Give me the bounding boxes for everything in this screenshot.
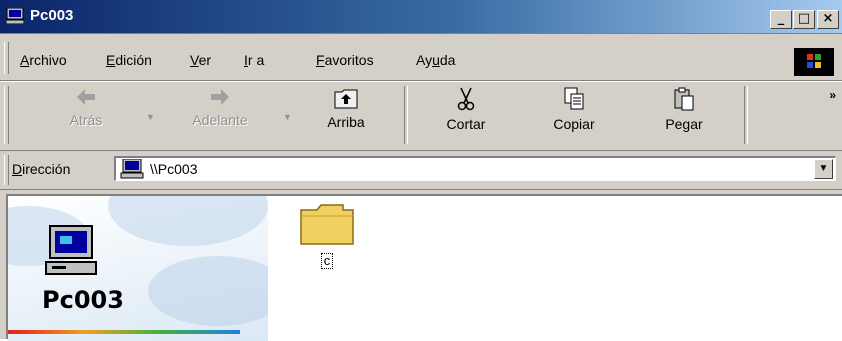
cloud-decoration <box>148 256 268 326</box>
back-arrow-icon <box>77 89 95 105</box>
copy-label: Copiar <box>553 116 595 132</box>
address-label-accel: D <box>12 161 23 177</box>
copy-icon <box>564 87 584 110</box>
menu-ver[interactable]: Ver <box>190 52 211 68</box>
window-title: Pc003 <box>30 7 74 24</box>
web-view-pane: Pc003 <box>8 196 268 341</box>
up-label: Arriba <box>327 114 365 130</box>
pane-title: Pc003 <box>42 286 124 314</box>
computer-icon <box>44 224 100 281</box>
address-dropdown-button[interactable]: ▼ <box>814 159 833 179</box>
up-button[interactable]: Arriba <box>316 86 376 144</box>
address-label-text: irección <box>22 161 71 177</box>
toolbar-grip[interactable] <box>4 86 9 144</box>
cut-label: Cortar <box>446 116 486 132</box>
scissors-icon <box>457 87 475 111</box>
computer-icon <box>5 7 25 25</box>
menu-accel: A <box>20 52 30 68</box>
minimize-button[interactable]: _ <box>770 10 792 29</box>
back-dropdown-arrow[interactable]: ▼ <box>146 112 155 122</box>
menu-label: dición <box>115 52 152 68</box>
rainbow-divider <box>8 330 240 334</box>
paste-label: Pegar <box>665 116 703 132</box>
folder-view[interactable]: Pc003 c <box>6 194 842 341</box>
standard-toolbar: Atrás ▼ Adelante ▼ Arriba Cortar Copiar … <box>0 81 842 151</box>
forward-arrow-icon <box>211 89 229 105</box>
menu-accel: V <box>190 52 199 68</box>
address-input[interactable]: \\Pc003 ▼ <box>114 156 836 181</box>
folder-item[interactable]: c <box>298 202 356 269</box>
clipboard-paste-icon <box>674 87 694 111</box>
back-label: Atrás <box>69 112 103 128</box>
close-button[interactable]: × <box>817 10 839 29</box>
cut-button[interactable]: Cortar <box>436 86 496 144</box>
computer-icon <box>120 158 144 182</box>
cloud-decoration <box>108 196 268 246</box>
toolbar-separator <box>744 86 748 144</box>
paste-button[interactable]: Pegar <box>654 86 714 144</box>
folder-icon <box>300 204 354 245</box>
folder-label: c <box>320 253 334 269</box>
copy-button[interactable]: Copiar <box>544 86 604 144</box>
toolbar-separator <box>404 86 408 144</box>
menu-edicion[interactable]: Edición <box>106 52 152 68</box>
menu-ir-a[interactable]: Ir a <box>244 52 264 68</box>
explorer-window: Pc003 _ □ × Archivo Edición Ver Ir a Fav… <box>0 0 842 341</box>
menu-label: r a <box>247 52 265 68</box>
menu-label: avoritos <box>324 52 374 68</box>
menu-accel: u <box>432 52 440 68</box>
folder-up-icon <box>334 89 358 109</box>
menu-accel: E <box>106 52 116 68</box>
forward-button[interactable]: Adelante <box>180 86 260 144</box>
menu-label: Ay <box>416 52 433 68</box>
toolbar-more-chevron-icon[interactable]: » <box>829 88 836 102</box>
forward-label: Adelante <box>192 112 248 128</box>
menu-accel: F <box>316 52 325 68</box>
address-label: Dirección <box>12 161 70 177</box>
menu-archivo[interactable]: Archivo <box>20 52 67 68</box>
menu-label: er <box>198 52 212 68</box>
menu-favoritos[interactable]: Favoritos <box>316 52 374 68</box>
title-bar[interactable]: Pc003 _ □ × <box>0 0 842 34</box>
menu-bar: Archivo Edición Ver Ir a Favoritos Ayuda <box>0 34 842 81</box>
forward-dropdown-arrow[interactable]: ▼ <box>283 112 292 122</box>
address-value: \\Pc003 <box>150 161 198 177</box>
menu-ayuda[interactable]: Ayuda <box>416 52 455 68</box>
windows-logo-icon <box>794 48 834 76</box>
back-button[interactable]: Atrás <box>56 86 116 144</box>
maximize-button[interactable]: □ <box>793 10 815 29</box>
menu-label: da <box>439 52 456 68</box>
address-grip[interactable] <box>4 155 9 185</box>
address-bar: Dirección \\Pc003 ▼ <box>0 151 842 190</box>
menu-label: rchivo <box>29 52 67 68</box>
menu-grip[interactable] <box>4 42 9 74</box>
